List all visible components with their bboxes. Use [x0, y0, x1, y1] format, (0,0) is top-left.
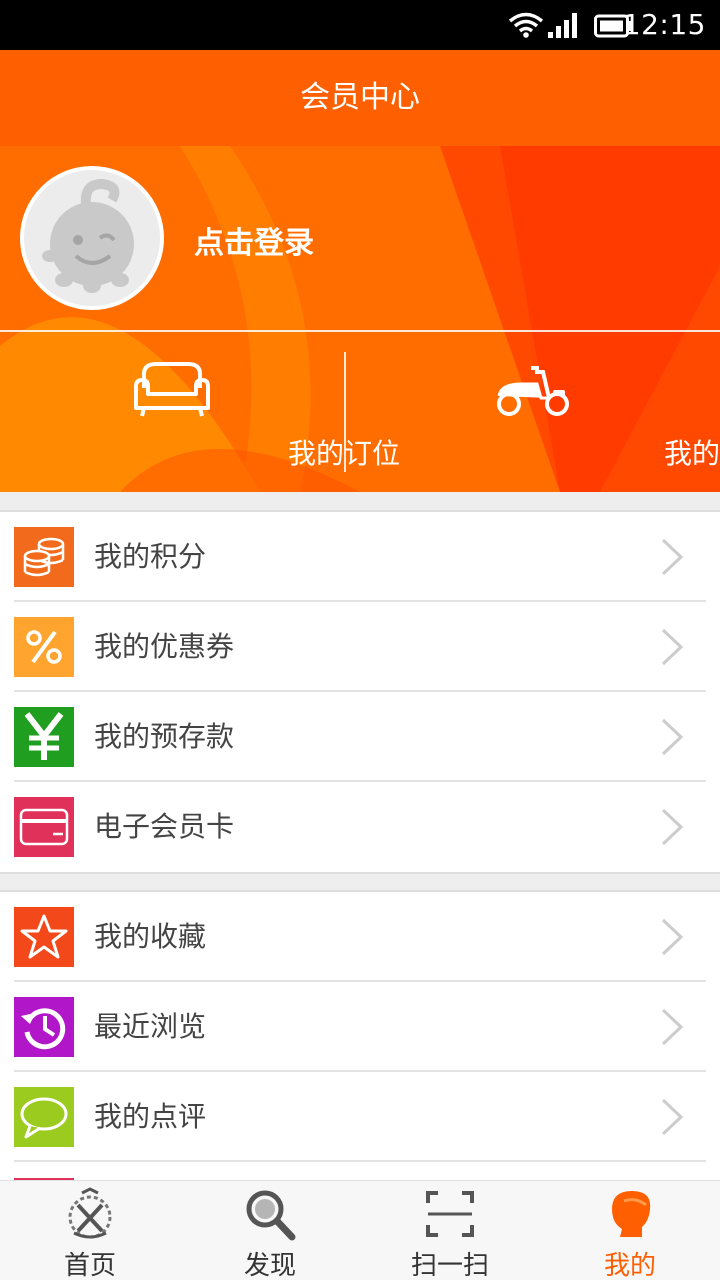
menu-item-reviews[interactable]: 我的点评 [0, 1072, 720, 1162]
profile-header: 点击登录 我的订位 我的外卖 [0, 146, 720, 492]
menu-item-favorites[interactable]: 我的收藏 [0, 892, 720, 982]
menu-item-partial [0, 1162, 720, 1182]
menu-item-points[interactable]: 我的积分 [0, 512, 720, 602]
tab-label: 发现 [243, 1251, 296, 1280]
history-icon [14, 997, 74, 1057]
scan-icon [422, 1187, 478, 1245]
search-icon [242, 1187, 298, 1245]
chevron-right-icon [660, 1007, 684, 1051]
status-time: 12:15 [622, 8, 706, 41]
menu-item-label: 我的点评 [94, 1100, 207, 1133]
chevron-right-icon [660, 537, 684, 581]
tab-scan[interactable]: 扫一扫 [360, 1181, 540, 1280]
menu-item-member-card[interactable]: 电子会员卡 [0, 782, 720, 872]
star-icon [14, 907, 74, 967]
quick-action-label: 我的外卖 [663, 437, 720, 470]
chevron-right-icon [660, 627, 684, 671]
card-icon [14, 797, 74, 857]
chevron-right-icon [660, 1097, 684, 1141]
login-link[interactable]: 点击登录 [194, 218, 314, 262]
percent-icon [14, 617, 74, 677]
menu-item-label: 我的优惠券 [94, 630, 235, 663]
menu-item-label: 最近浏览 [94, 1010, 207, 1043]
menu-item-label: 我的积分 [94, 540, 207, 573]
status-bar: 12:15 [0, 0, 720, 50]
wifi-icon [508, 12, 544, 42]
tab-label: 首页 [63, 1251, 116, 1280]
my-reservation-button[interactable]: 我的订位 [0, 332, 400, 492]
menu-item-label: 我的收藏 [94, 920, 207, 953]
comment-icon [14, 1087, 74, 1147]
tab-mine[interactable]: 我的 [540, 1181, 720, 1280]
chevron-right-icon [660, 917, 684, 961]
menu-group-activity: 我的收藏 最近浏览 我的点评 [0, 890, 720, 1182]
menu-item-label: 电子会员卡 [94, 810, 235, 843]
signal-icon [548, 12, 582, 42]
tab-bar: 首页 发现 扫一扫 我的 [0, 1180, 720, 1280]
coins-icon [14, 527, 74, 587]
scooter-icon [491, 358, 575, 424]
tab-discover[interactable]: 发现 [180, 1181, 360, 1280]
sofa-icon [130, 358, 214, 424]
menu-item-coupons[interactable]: 我的优惠券 [0, 602, 720, 692]
tab-label: 扫一扫 [410, 1251, 489, 1280]
chevron-right-icon [660, 807, 684, 851]
menu-group-account: 我的积分 我的优惠券 我的预存款 电子会员卡 [0, 510, 720, 874]
menu-item-recent[interactable]: 最近浏览 [0, 982, 720, 1072]
menu-item-deposit[interactable]: 我的预存款 [0, 692, 720, 782]
menu-item-label: 我的预存款 [94, 720, 235, 753]
mascot-icon [42, 178, 134, 293]
yen-icon [14, 707, 74, 767]
home-emblem-icon [62, 1187, 118, 1245]
avatar[interactable] [20, 166, 164, 310]
chevron-right-icon [660, 717, 684, 761]
page-title: 会员中心 [0, 50, 720, 146]
my-takeout-button[interactable]: 我的外卖 [346, 332, 720, 492]
tab-home[interactable]: 首页 [0, 1181, 180, 1280]
profile-icon [602, 1187, 658, 1245]
tab-label: 我的 [603, 1251, 656, 1280]
